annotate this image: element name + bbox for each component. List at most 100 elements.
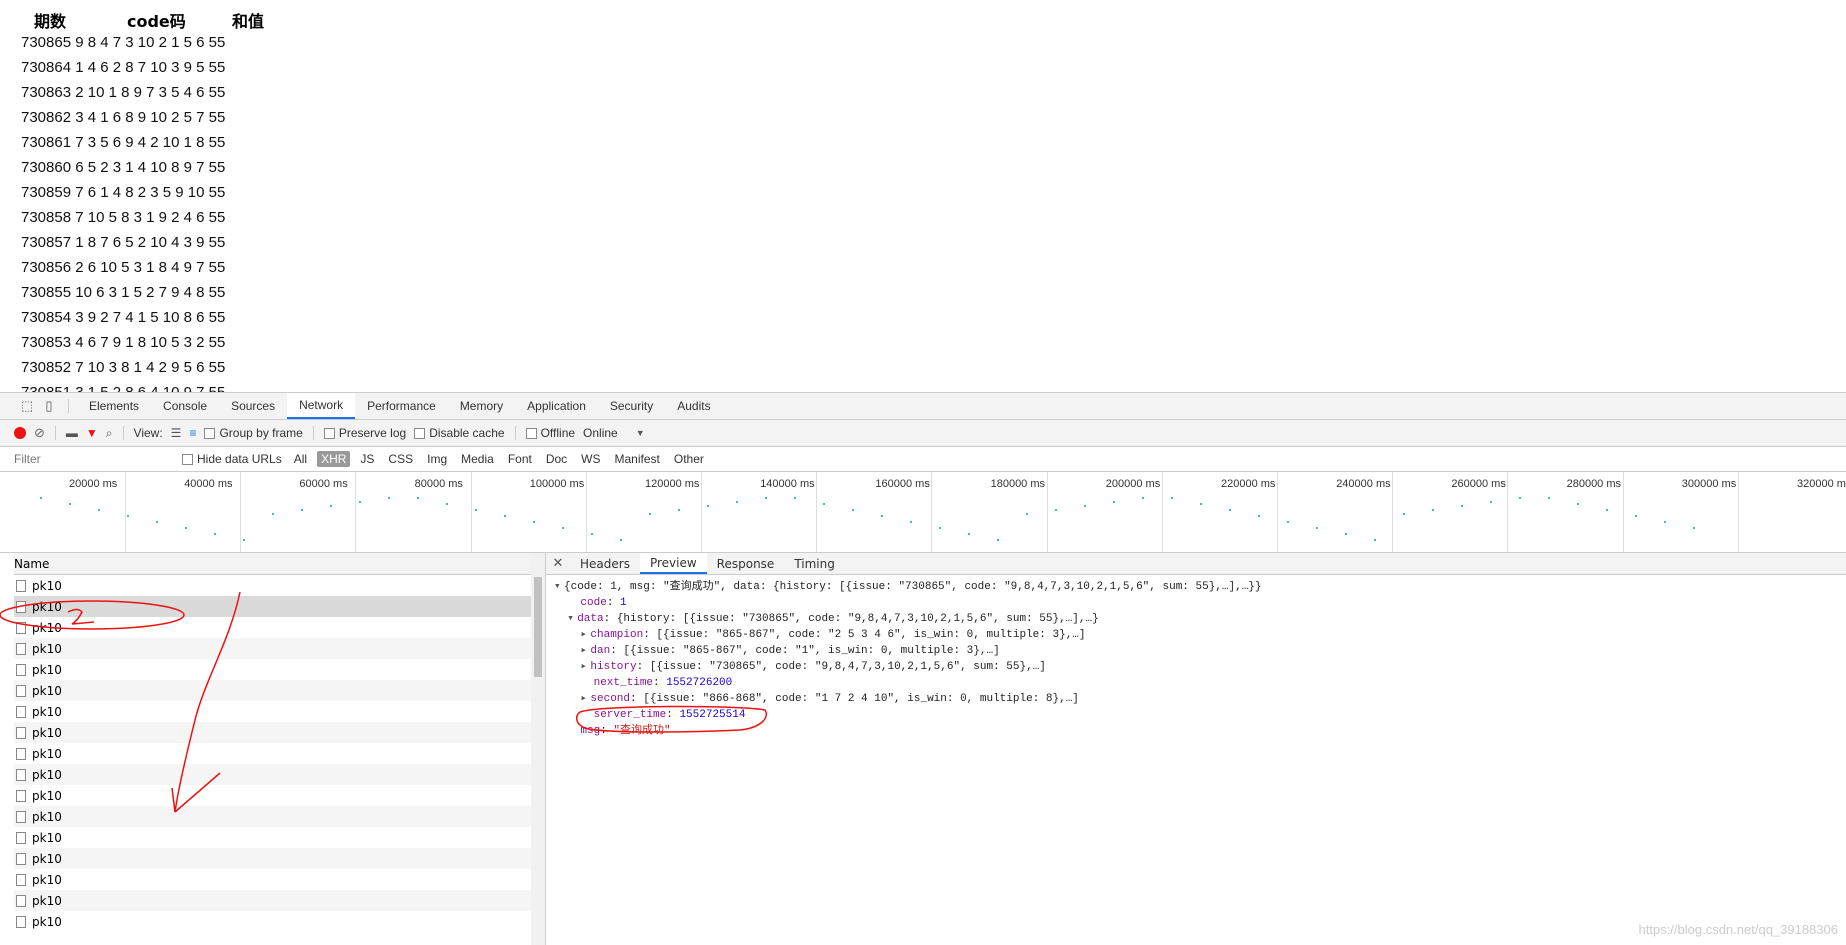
overview-icon[interactable]: ≡ [189,426,196,440]
type-filter-all[interactable]: All [290,451,311,467]
timeline-request-mark [562,527,564,529]
capture-screenshots-icon[interactable]: ▬ [66,426,78,440]
request-row[interactable]: pk10 [14,785,545,806]
request-row[interactable]: pk10 [14,743,545,764]
device-toolbar-icon[interactable]: ▯ [38,393,60,419]
scroll-thumb[interactable] [534,577,542,677]
result-row: 730862 3 4 1 6 8 9 10 2 5 7 55 [21,109,226,126]
tab-performance[interactable]: Performance [355,393,448,419]
preview-dan[interactable]: ▸ dan: [{issue: "865-867", code: "1", is_… [554,643,1846,659]
timeline-request-mark [156,521,158,523]
result-row: 730860 6 5 2 3 1 4 10 8 9 7 55 [21,159,226,176]
tab-security[interactable]: Security [598,393,665,419]
large-rows-icon[interactable]: ☰ [171,426,182,440]
request-row[interactable]: pk10 [14,659,545,680]
filter-icon[interactable]: ▼ [86,426,98,440]
request-row[interactable]: pk10 [14,722,545,743]
preview-champion[interactable]: ▸ champion: [{issue: "865-867", code: "2 … [554,627,1846,643]
request-list-scrollbar[interactable] [531,553,545,945]
preview-history[interactable]: ▸ history: [{issue: "730865", code: "9,8,… [554,659,1846,675]
request-row[interactable]: pk10 [14,596,545,617]
tab-sources[interactable]: Sources [219,393,287,419]
tab-application[interactable]: Application [515,393,598,419]
type-filter-manifest[interactable]: Manifest [611,451,664,467]
inspect-icon[interactable]: ⬚ [16,393,38,419]
tab-console[interactable]: Console [151,393,219,419]
timeline-request-mark [533,521,535,523]
name-column-header[interactable]: Name [14,553,545,575]
request-row[interactable]: pk10 [14,827,545,848]
type-filter-ws[interactable]: WS [577,451,604,467]
caret-right-icon[interactable]: ▸ [580,691,590,707]
msg-value: "查询成功" [613,725,671,737]
preview-second[interactable]: ▸ second: [{issue: "866-868", code: "1 7 … [554,691,1846,707]
preview-data[interactable]: ▾ data: {history: [{issue: "730865", code… [554,611,1846,627]
timeline-request-mark [1142,497,1144,499]
record-icon[interactable] [14,427,26,439]
preview-root[interactable]: ▾ {code: 1, msg: "查询成功", data: {history: … [554,579,1846,595]
group-by-frame-checkbox[interactable]: Group by frame [204,426,303,440]
disable-cache-checkbox[interactable]: Disable cache [414,426,505,440]
file-icon [16,642,26,655]
request-row[interactable]: pk10 [14,638,545,659]
type-filter-js[interactable]: JS [356,451,378,467]
preserve-log-checkbox[interactable]: Preserve log [323,426,406,440]
caret-right-icon[interactable]: ▸ [580,627,590,643]
timeline-label: 200000 ms [1105,478,1161,490]
close-icon[interactable]: ✕ [546,553,570,574]
tab-elements[interactable]: Elements [77,393,151,419]
request-row[interactable]: pk10 [14,806,545,827]
type-filter-doc[interactable]: Doc [542,451,571,467]
caret-right-icon[interactable]: ▸ [580,659,590,675]
clear-icon[interactable]: ⊘ [34,425,45,441]
tab-memory[interactable]: Memory [448,393,515,419]
timeline-request-mark [1229,509,1231,511]
request-row[interactable]: pk10 [14,764,545,785]
type-filter-other[interactable]: Other [670,451,708,467]
type-filter-xhr[interactable]: XHR [317,451,351,467]
tab-audits[interactable]: Audits [665,393,722,419]
caret-down-icon[interactable]: ▾ [554,579,564,595]
timeline-request-mark [475,509,477,511]
request-row[interactable]: pk10 [14,869,545,890]
type-filter-media[interactable]: Media [457,451,498,467]
detail-tab-timing[interactable]: Timing [784,553,845,574]
request-row[interactable]: pk10 [14,701,545,722]
hide-data-urls-label: Hide data URLs [197,452,282,466]
type-filter-font[interactable]: Font [504,451,536,467]
detail-tab-headers[interactable]: Headers [570,553,640,574]
request-row[interactable]: pk10 [14,890,545,911]
request-name: pk10 [32,683,62,698]
timeline-request-mark [1258,515,1260,517]
timeline-request-mark [214,533,216,535]
data-summary: {history: [{issue: "730865", code: "9,8,… [616,613,1099,625]
type-filter-img[interactable]: Img [423,451,451,467]
request-name: pk10 [32,704,62,719]
detail-tab-list: Headers Preview Response Timing [570,553,845,574]
view-label: View: [133,426,163,440]
timeline-gridline [1392,472,1394,552]
caret-down-icon[interactable]: ▾ [567,611,577,627]
timeline-request-mark [330,505,332,507]
request-row[interactable]: pk10 [14,617,545,638]
timeline-label: 120000 ms [645,478,700,490]
request-row[interactable]: pk10 [14,680,545,701]
detail-tab-response[interactable]: Response [707,553,785,574]
request-row[interactable]: pk10 [14,848,545,869]
timeline-request-mark [1171,497,1173,499]
type-filter-css[interactable]: CSS [384,451,417,467]
timeline-request-mark [388,497,390,499]
hide-data-urls-checkbox[interactable]: Hide data URLs [182,452,282,466]
request-row[interactable]: pk10 [14,911,545,932]
request-row[interactable]: pk10 [14,575,545,596]
throttle-select[interactable]: Online [583,426,618,440]
chevron-down-icon[interactable]: ▼ [636,428,645,438]
detail-tab-preview[interactable]: Preview [639,553,707,574]
filter-input[interactable] [14,452,174,466]
result-row: 730864 1 4 6 2 8 7 10 3 9 5 55 [21,59,226,76]
caret-right-icon[interactable]: ▸ [580,643,590,659]
network-overview-timeline[interactable]: 20000 ms 40000 ms 60000 ms 80000 ms 100000 m… [0,472,1846,553]
tab-network[interactable]: Network [287,393,356,419]
offline-checkbox[interactable]: Offline [525,426,575,440]
search-icon[interactable]: ⌕ [106,426,113,441]
